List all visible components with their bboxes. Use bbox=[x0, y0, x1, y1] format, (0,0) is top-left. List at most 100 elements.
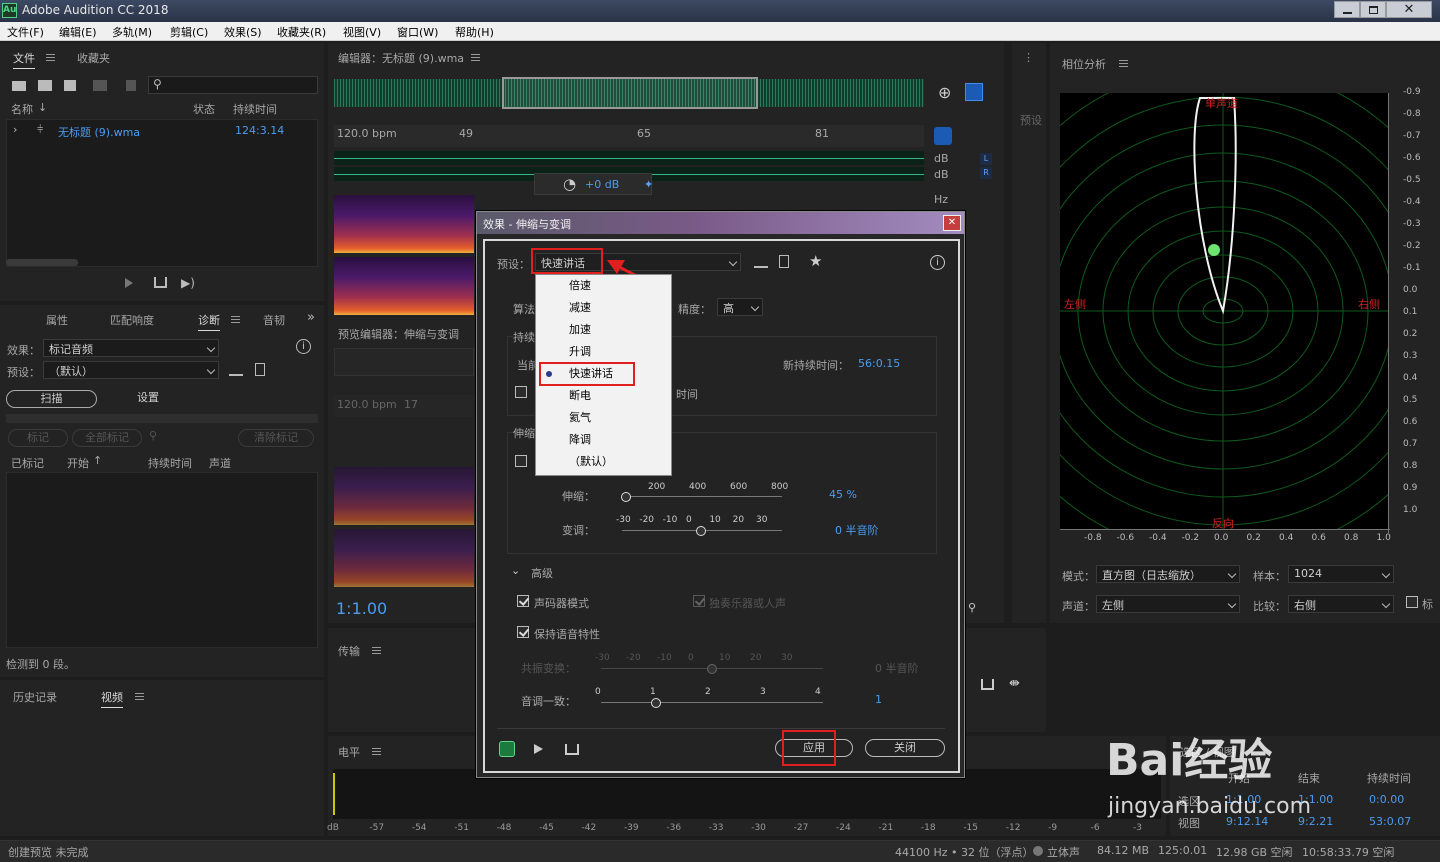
preview-play-icon[interactable] bbox=[534, 744, 543, 754]
editor-title[interactable]: 编辑器：无标题 (9).wma bbox=[338, 50, 464, 66]
menu-item-slow-down[interactable]: 减速 bbox=[536, 297, 670, 319]
col-start[interactable]: 开始 bbox=[67, 455, 89, 471]
menu-view[interactable]: 视图(V) bbox=[343, 24, 381, 40]
tab-audio[interactable]: 音韧 bbox=[263, 312, 285, 328]
new-file-icon[interactable] bbox=[64, 80, 76, 91]
menu-clip[interactable]: 剪辑(C) bbox=[170, 24, 208, 40]
horizontal-scrollbar[interactable] bbox=[6, 259, 78, 266]
info-icon[interactable]: i bbox=[930, 255, 945, 270]
tab-files[interactable]: 文件 bbox=[13, 50, 35, 69]
advanced-label[interactable]: 高级 bbox=[531, 565, 553, 581]
menu-favorites[interactable]: 收藏夹(R) bbox=[277, 24, 326, 40]
dialog-title-bar[interactable]: 效果 - 伸缩与变调 ✕ bbox=[477, 212, 964, 234]
tab-history[interactable]: 历史记录 bbox=[13, 689, 57, 705]
spectrogram-right[interactable] bbox=[334, 257, 474, 315]
selection-duration[interactable]: 0:0.00 bbox=[1369, 793, 1404, 806]
dialog-close-button[interactable]: ✕ bbox=[943, 215, 961, 231]
view-duration[interactable]: 53:0.07 bbox=[1369, 815, 1411, 828]
panel-menu-icon[interactable] bbox=[372, 748, 381, 755]
search-field[interactable]: ⚲ bbox=[148, 76, 318, 94]
menu-item-pitch-down[interactable]: 降调 bbox=[536, 429, 670, 451]
panel-menu-icon[interactable] bbox=[372, 647, 381, 654]
menu-item-pitch-up[interactable]: 升调 bbox=[536, 341, 670, 363]
effect-dropdown[interactable]: 标记音频 bbox=[43, 339, 219, 357]
spectral-toggle-icon[interactable] bbox=[965, 83, 983, 101]
info-icon[interactable]: i bbox=[296, 339, 311, 354]
hud-gain[interactable]: ◔ +0 dB bbox=[534, 173, 652, 195]
coherence-slider-track[interactable] bbox=[601, 702, 823, 703]
overview-viewport[interactable] bbox=[502, 77, 758, 109]
panel-menu-icon[interactable]: ⋮ bbox=[1023, 51, 1034, 64]
levels-title[interactable]: 电平 bbox=[338, 744, 360, 760]
zoom-fit-icon[interactable]: ⊕ bbox=[938, 83, 951, 102]
menu-window[interactable]: 窗口(W) bbox=[397, 24, 438, 40]
panel-menu-icon[interactable] bbox=[231, 316, 240, 323]
skip-icon[interactable]: ⇼ bbox=[1009, 676, 1020, 691]
menu-item-helium[interactable]: 氦气 bbox=[536, 407, 670, 429]
preset-dropdown[interactable]: （默认） bbox=[43, 361, 219, 379]
presets-side-label[interactable]: 预设 bbox=[1020, 112, 1042, 128]
zoom-icon[interactable]: ⚲ bbox=[968, 601, 976, 614]
tab-video[interactable]: 视频 bbox=[101, 689, 123, 708]
phase-title[interactable]: 相位分析 bbox=[1062, 56, 1106, 72]
panel-menu-icon[interactable] bbox=[1119, 60, 1128, 67]
sample-dropdown[interactable]: 1024 bbox=[1288, 565, 1394, 583]
volume-knob-icon[interactable]: ◔ bbox=[563, 175, 576, 193]
channel-r-badge[interactable]: R bbox=[980, 167, 992, 179]
tab-favorites[interactable]: 收藏夹 bbox=[77, 50, 110, 66]
export-icon[interactable] bbox=[154, 277, 167, 288]
transport-title[interactable]: 传输 bbox=[338, 643, 360, 659]
channel-l-badge[interactable]: L bbox=[980, 153, 992, 165]
open-folder-icon[interactable] bbox=[12, 81, 26, 91]
file-row[interactable]: › ⫩ 无标题 (9).wma 124:3.14 bbox=[7, 122, 317, 139]
pitch-coherence-value[interactable]: 1 bbox=[875, 693, 882, 706]
menu-edit[interactable]: 编辑(E) bbox=[59, 24, 97, 40]
favorite-star-icon[interactable]: ★ bbox=[809, 252, 822, 270]
timeline-ruler[interactable]: 120.0 bpm 49 65 81 bbox=[334, 125, 924, 147]
menu-item-power-off[interactable]: 断电 bbox=[536, 385, 670, 407]
precision-dropdown[interactable]: 高 bbox=[717, 298, 763, 316]
tab-diagnostics[interactable]: 诊断 bbox=[198, 312, 220, 331]
new-duration-value[interactable]: 56:0.15 bbox=[858, 357, 900, 370]
coherence-slider-knob[interactable] bbox=[651, 698, 661, 708]
maximize-button[interactable] bbox=[1360, 1, 1386, 18]
waveform-left[interactable] bbox=[334, 151, 924, 165]
minimize-button[interactable] bbox=[1334, 1, 1360, 18]
preserve-speech-checkbox[interactable] bbox=[517, 626, 529, 638]
delete-preset-icon[interactable] bbox=[255, 363, 265, 376]
loop-icon[interactable] bbox=[981, 679, 994, 690]
spectrogram-left[interactable] bbox=[334, 195, 474, 253]
expand-arrow-icon[interactable]: › bbox=[13, 123, 17, 136]
panel-menu-icon[interactable] bbox=[135, 693, 144, 700]
settings-button[interactable]: 设置 bbox=[103, 390, 193, 408]
save-preset-icon[interactable] bbox=[754, 255, 768, 268]
menu-item-default[interactable]: （默认） bbox=[536, 451, 670, 473]
stretch-value[interactable]: 45 % bbox=[829, 488, 857, 501]
col-duration[interactable]: 持续时间 bbox=[233, 101, 277, 117]
vocoder-checkbox[interactable] bbox=[517, 595, 529, 607]
menu-item-speed-up[interactable]: 加速 bbox=[536, 319, 670, 341]
compare-dropdown[interactable]: 右侧 bbox=[1288, 595, 1394, 613]
menu-file[interactable]: 文件(F) bbox=[7, 24, 44, 40]
headphones-icon[interactable] bbox=[934, 127, 952, 145]
autoplay-icon[interactable]: ▶) bbox=[181, 276, 195, 290]
panel-menu-icon[interactable] bbox=[471, 54, 480, 61]
more-tabs-icon[interactable]: » bbox=[307, 310, 315, 325]
tab-match-loudness[interactable]: 匹配响度 bbox=[110, 312, 154, 328]
menu-effects[interactable]: 效果(S) bbox=[224, 24, 262, 40]
col-status[interactable]: 状态 bbox=[193, 101, 215, 117]
collapse-chevron-icon[interactable]: ⌄ bbox=[511, 564, 520, 577]
pitch-value[interactable]: 0 半音阶 bbox=[835, 522, 879, 538]
gain-value[interactable]: +0 dB bbox=[585, 178, 619, 191]
current-time[interactable]: 1:1.00 bbox=[336, 599, 387, 618]
close-window-button[interactable]: ✕ bbox=[1386, 1, 1432, 18]
pitch-slider-knob[interactable] bbox=[696, 526, 706, 536]
menu-multitrack[interactable]: 多轨(M) bbox=[112, 24, 152, 40]
col-channel[interactable]: 声道 bbox=[209, 455, 231, 471]
import-icon[interactable] bbox=[38, 80, 52, 91]
tab-properties[interactable]: 属性 bbox=[46, 312, 68, 328]
stretch-lock-checkbox[interactable] bbox=[515, 455, 527, 467]
stretch-slider-track[interactable] bbox=[622, 496, 782, 497]
channel-dropdown[interactable]: 左侧 bbox=[1096, 595, 1240, 613]
normalize-checkbox[interactable] bbox=[1406, 596, 1418, 608]
